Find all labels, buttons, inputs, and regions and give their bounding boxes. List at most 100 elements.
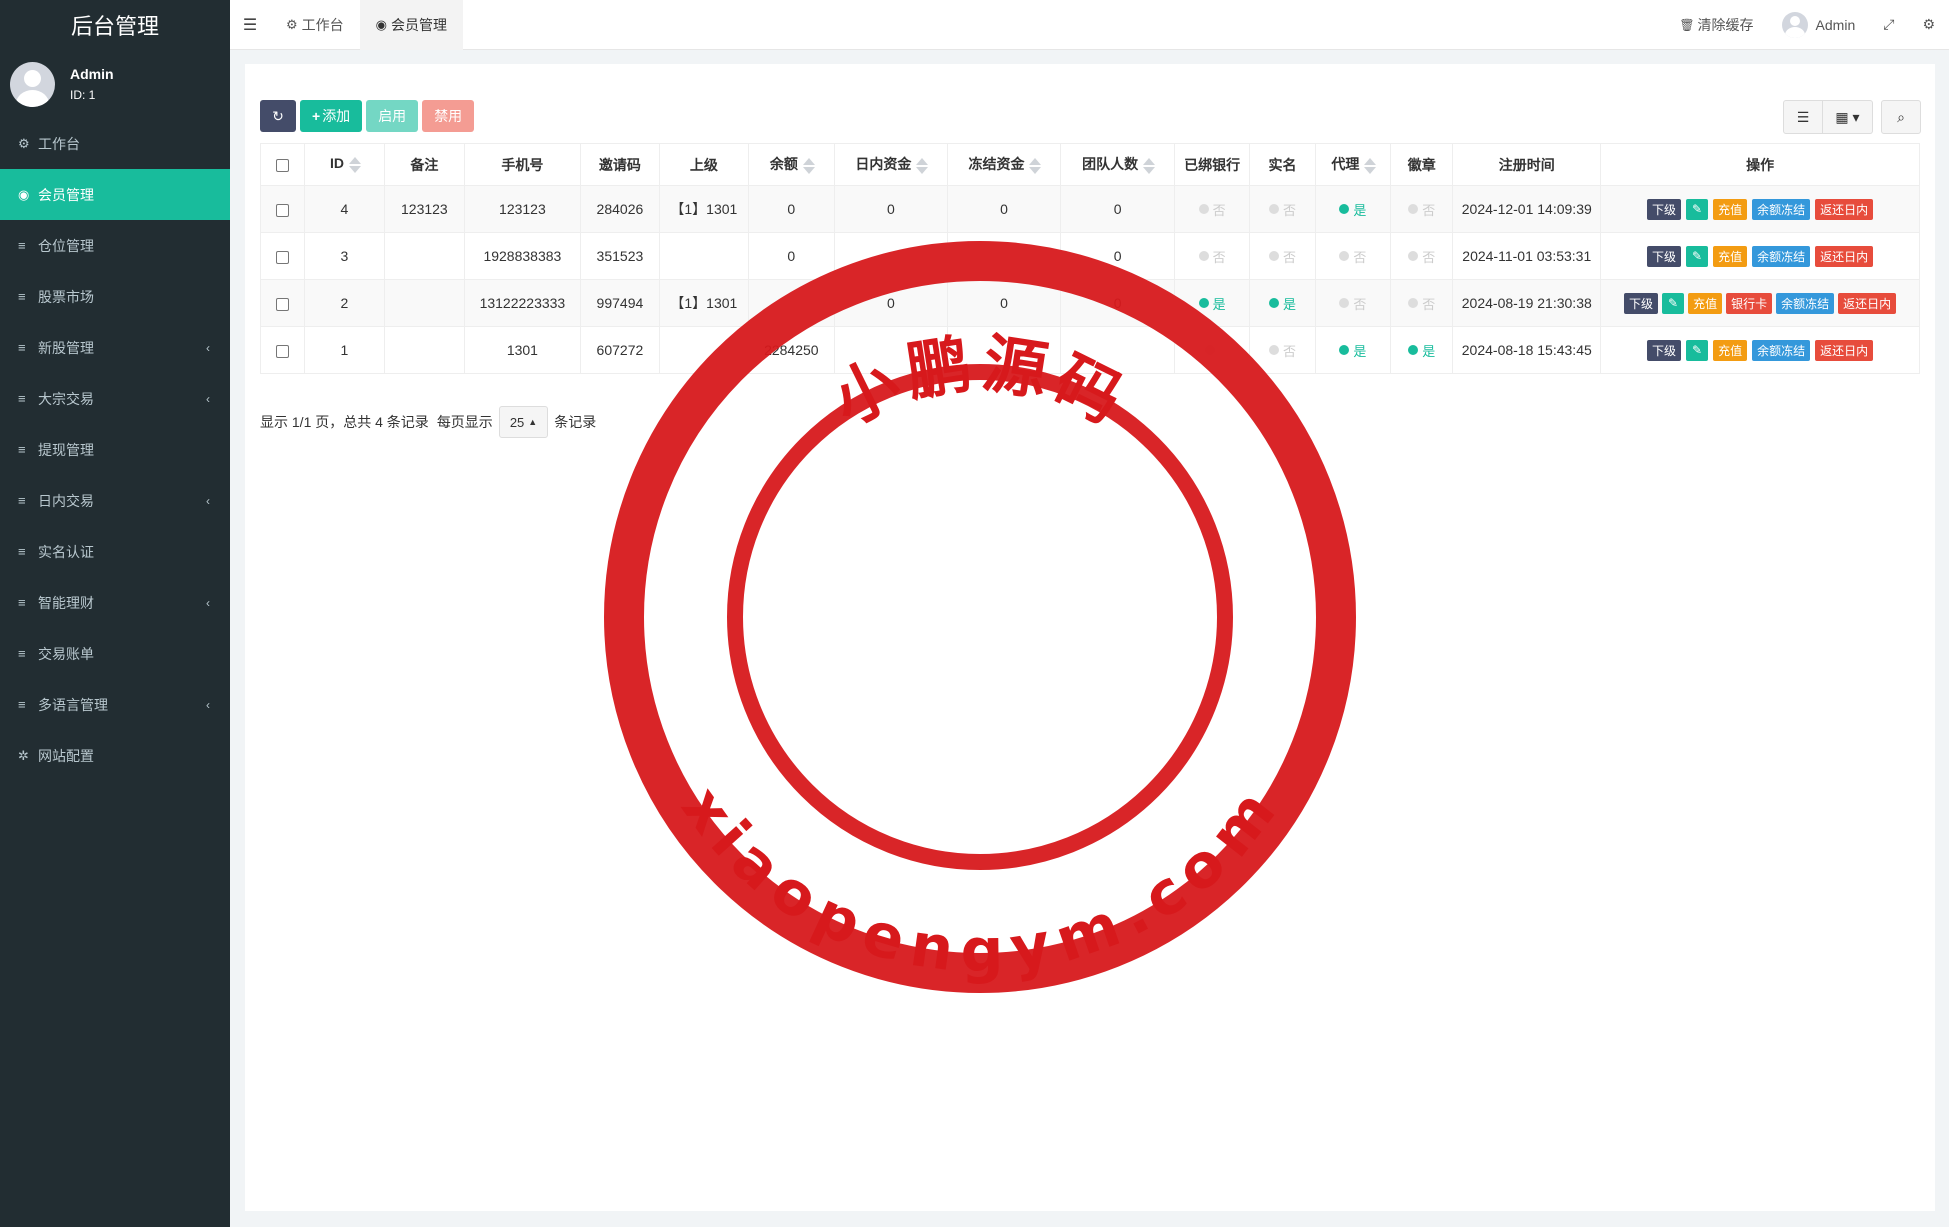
subordinates-button[interactable]: 下级 xyxy=(1647,198,1682,220)
sidebar-item-label: 工作台 xyxy=(38,135,80,152)
subordinates-button[interactable]: 下级 xyxy=(1624,292,1659,314)
status-badge[interactable]: 是 xyxy=(1268,294,1296,313)
cell-agent: 是 xyxy=(1314,326,1392,374)
status-badge[interactable]: 否 xyxy=(1408,200,1435,219)
sidebar-item-ipo[interactable]: ≡ 新股管理 ‹ xyxy=(0,322,230,373)
return-intraday-button[interactable]: 返还日内 xyxy=(1815,245,1874,267)
header-team[interactable]: 团队人数 xyxy=(1060,143,1175,186)
freeze-balance-button[interactable]: 余额冻结 xyxy=(1752,339,1811,361)
enable-button[interactable]: 启用 xyxy=(366,100,419,132)
row-checkbox[interactable] xyxy=(259,279,306,327)
fullscreen-icon[interactable]: ⤢ xyxy=(1869,16,1908,33)
admin-user-menu[interactable]: Admin xyxy=(1768,11,1870,38)
status-badge[interactable]: 否 xyxy=(1408,294,1435,313)
sidebar-item-bills[interactable]: ≡ 交易账单 xyxy=(0,628,230,679)
edit-button[interactable]: ✎ xyxy=(1686,198,1709,220)
freeze-balance-button[interactable]: 余额冻结 xyxy=(1776,292,1835,314)
status-badge[interactable] xyxy=(1205,345,1219,355)
list-view-button[interactable]: ☰ xyxy=(1783,100,1823,134)
cell-parent: 【1】1301 xyxy=(659,279,749,327)
edit-button[interactable]: ✎ xyxy=(1686,339,1709,361)
sidebar-item-members[interactable]: ◉ 会员管理 xyxy=(0,169,230,220)
select-all-checkbox[interactable] xyxy=(259,143,306,186)
content-panel: ↻ + 添加 启用 禁用 ☰ ▦ ▾ ⌕ ID 备注 手机号 邀请码 上级 余额… xyxy=(245,64,1935,1211)
cell-frozen xyxy=(946,326,1062,374)
status-badge[interactable]: 否 xyxy=(1408,247,1435,266)
status-badge[interactable]: 否 xyxy=(1198,200,1226,219)
row-checkbox[interactable] xyxy=(259,326,306,374)
sidebar-item-languages[interactable]: ≡ 多语言管理 ‹ xyxy=(0,679,230,730)
add-button[interactable]: + 添加 xyxy=(300,100,363,132)
header-id[interactable]: ID xyxy=(304,143,385,186)
status-badge[interactable]: 是 xyxy=(1339,200,1366,219)
disable-button[interactable]: 禁用 xyxy=(422,100,475,132)
per-page-select[interactable]: 25 ▲ xyxy=(498,406,549,438)
status-badge[interactable]: 是 xyxy=(1339,341,1366,360)
status-badge[interactable]: 否 xyxy=(1268,247,1296,266)
brand-title[interactable]: 后台管理 xyxy=(0,0,230,50)
freeze-balance-button[interactable]: 余额冻结 xyxy=(1752,198,1811,220)
header-parent: 上级 xyxy=(659,143,749,186)
bank-card-button[interactable]: 银行卡 xyxy=(1726,292,1773,314)
sidebar-item-block-trade[interactable]: ≡ 大宗交易 ‹ xyxy=(0,373,230,424)
header-bank: 已绑银行 xyxy=(1173,143,1251,186)
status-badge[interactable]: 否 xyxy=(1268,341,1296,360)
status-badge[interactable]: 否 xyxy=(1268,200,1296,219)
return-intraday-button[interactable]: 返还日内 xyxy=(1815,198,1874,220)
grid-icon: ▦ ▾ xyxy=(1835,108,1860,125)
return-intraday-button[interactable]: 返还日内 xyxy=(1815,339,1874,361)
status-badge[interactable]: 否 xyxy=(1339,247,1366,266)
status-badge[interactable]: 否 xyxy=(1198,247,1226,266)
settings-icon[interactable]: ⚙ xyxy=(1908,16,1949,33)
tab-dashboard[interactable]: ⚙ 工作台 xyxy=(270,0,360,50)
status-badge[interactable]: 是 xyxy=(1408,341,1435,360)
toolbar: ↻ + 添加 启用 禁用 xyxy=(260,100,475,132)
chevron-left-icon: ‹ xyxy=(206,391,210,406)
cell-frozen: 0 xyxy=(946,279,1062,327)
tab-members[interactable]: ◉ 会员管理 xyxy=(359,0,463,50)
sidebar-item-stock-market[interactable]: ≡ 股票市场 xyxy=(0,271,230,322)
recharge-button[interactable]: 充值 xyxy=(1713,339,1748,361)
header-intraday[interactable]: 日内资金 xyxy=(834,143,948,186)
freeze-balance-button[interactable]: 余额冻结 xyxy=(1752,245,1811,267)
per-page-label: 每页显示 xyxy=(436,414,493,430)
cell-time: 2024-12-01 14:09:39 xyxy=(1452,185,1602,233)
tab-label: 工作台 xyxy=(301,16,344,33)
columns-button[interactable]: ▦ ▾ xyxy=(1823,100,1873,134)
status-badge[interactable]: 是 xyxy=(1198,294,1226,313)
header-balance[interactable]: 余额 xyxy=(747,143,836,186)
recharge-button[interactable]: 充值 xyxy=(1713,245,1748,267)
sidebar-item-site-config[interactable]: ✲ 网站配置 xyxy=(0,730,230,781)
subordinates-button[interactable]: 下级 xyxy=(1647,339,1682,361)
cell-time: 2024-08-19 21:30:38 xyxy=(1452,279,1602,327)
subordinates-button[interactable]: 下级 xyxy=(1647,245,1682,267)
edit-button[interactable]: ✎ xyxy=(1662,292,1685,314)
return-intraday-button[interactable]: 返还日内 xyxy=(1838,292,1897,314)
pencil-icon: ✎ xyxy=(1692,202,1703,216)
recharge-button[interactable]: 充值 xyxy=(1688,292,1723,314)
sidebar-item-positions[interactable]: ≡ 仓位管理 xyxy=(0,220,230,271)
header-frozen[interactable]: 冻结资金 xyxy=(946,143,1062,186)
refresh-button[interactable]: ↻ xyxy=(260,100,296,132)
cell-realname: 否 xyxy=(1249,232,1316,280)
sidebar-item-intraday[interactable]: ≡ 日内交易 ‹ xyxy=(0,475,230,526)
sidebar-item-withdraw[interactable]: ≡ 提现管理 xyxy=(0,424,230,475)
sidebar-item-label: 交易账单 xyxy=(38,645,94,662)
row-checkbox[interactable] xyxy=(259,185,306,233)
pencil-icon: ✎ xyxy=(1668,296,1679,310)
admin-name: Admin xyxy=(1815,16,1856,33)
row-checkbox[interactable] xyxy=(259,232,306,280)
sidebar-item-smart-finance[interactable]: ≡ 智能理财 ‹ xyxy=(0,577,230,628)
header-agent[interactable]: 代理 xyxy=(1314,143,1392,186)
clear-cache-button[interactable]: 🗑 清除缓存 xyxy=(1665,15,1767,35)
recharge-button[interactable]: 充值 xyxy=(1713,198,1748,220)
search-button[interactable]: ⌕ xyxy=(1881,100,1921,134)
sidebar-item-dashboard[interactable]: ⚙ 工作台 xyxy=(0,118,230,169)
status-badge[interactable]: 否 xyxy=(1339,294,1366,313)
cell-ops: 下级 ✎ 充值 余额冻结 返还日内 xyxy=(1600,326,1920,374)
menu-toggle-icon[interactable]: ☰ xyxy=(230,15,270,35)
sidebar-item-label: 仓位管理 xyxy=(38,237,94,254)
sidebar-item-realname[interactable]: ≡ 实名认证 xyxy=(0,526,230,577)
user-name: Admin xyxy=(70,66,114,82)
edit-button[interactable]: ✎ xyxy=(1686,245,1709,267)
